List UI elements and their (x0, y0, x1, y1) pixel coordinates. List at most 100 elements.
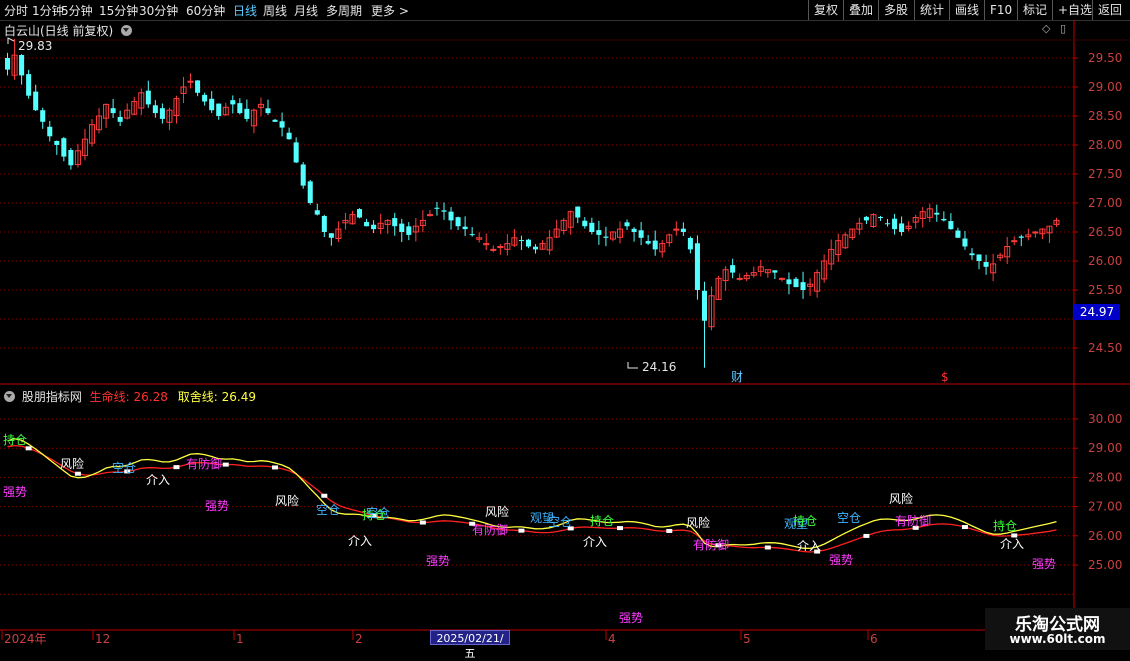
candle-body (307, 181, 313, 203)
candle-body (399, 223, 405, 232)
candle-body (321, 216, 327, 232)
candle-body (33, 91, 39, 111)
candle-body (525, 239, 531, 247)
time-axis-label: 4 (608, 632, 616, 646)
candle-body (392, 218, 398, 227)
signal-label: 介入 (146, 473, 170, 487)
candle-body (279, 121, 285, 128)
candle-body (187, 80, 194, 83)
dropdown-icon[interactable] (121, 25, 133, 36)
signal-label: 有防御 (186, 456, 222, 471)
candle-body (969, 253, 975, 256)
signal-label: 空仓 (366, 506, 390, 520)
candle-body (209, 98, 215, 111)
candle-body (652, 240, 658, 250)
life-line-label: 生命线: (89, 390, 130, 404)
candle-body (575, 206, 581, 218)
time-axis-label: 12 (95, 632, 110, 646)
signal-label: 持仓 (793, 513, 817, 528)
y-tick-label: 28.00 (1088, 138, 1122, 152)
candle-body (941, 218, 947, 221)
time-axis-label: 1 (236, 632, 244, 646)
signal-label: 风险 (275, 493, 299, 508)
candle-body (448, 211, 454, 221)
candle-body (110, 108, 116, 114)
signal-label: 持仓 (993, 518, 1017, 533)
candle-body (687, 237, 693, 250)
signal-label: 空仓 (112, 461, 136, 475)
candle-body (244, 108, 250, 119)
candle-body (5, 58, 11, 70)
candle-body (638, 230, 644, 238)
signal-label: 介入 (797, 539, 821, 553)
candle-body (490, 248, 497, 251)
collapse-icon[interactable]: ▯ (1060, 22, 1066, 35)
candle-body (195, 80, 201, 93)
life-marker (863, 533, 870, 538)
signal-label: 风险 (485, 504, 509, 519)
diamond-icon[interactable]: ◇ (1042, 22, 1050, 35)
candle-body (603, 236, 609, 238)
signal-label: 强势 (619, 611, 643, 625)
y-tick-label: 26.00 (1088, 254, 1122, 268)
life-marker (173, 465, 180, 470)
time-axis-label: 5 (743, 632, 751, 646)
life-marker (617, 526, 623, 531)
choice-line-value: 26.49 (221, 390, 256, 404)
candle-body (462, 226, 468, 230)
signal-label: 有防御 (895, 513, 931, 528)
candle-body (680, 228, 686, 232)
candle-body (701, 290, 707, 321)
y-tick-label: 28.50 (1088, 109, 1122, 123)
candle-body (286, 132, 292, 140)
candle-body (47, 126, 53, 137)
candle-body (694, 243, 700, 290)
indicator-name: 股朋指标网 (21, 390, 82, 404)
candle-body (730, 265, 736, 273)
candle-body (152, 105, 158, 114)
candle-body (202, 94, 208, 102)
y-tick-label: 29.00 (1088, 80, 1122, 94)
signal-label: 强势 (426, 554, 450, 568)
candle-body (328, 233, 334, 238)
life-marker (764, 545, 771, 550)
candle-body (19, 55, 25, 76)
candle-body (786, 279, 792, 285)
candle-body (230, 100, 236, 105)
low-pointer (627, 362, 638, 369)
indicator-dropdown-icon[interactable] (4, 391, 15, 402)
candle-body (948, 221, 954, 230)
signal-label: 持仓 (590, 513, 614, 528)
signal-label: 风险 (686, 515, 710, 530)
candle-body (736, 277, 743, 280)
y-tick-label: 25.50 (1088, 283, 1122, 297)
life-marker (272, 465, 279, 470)
candle-body (237, 103, 243, 114)
signal-label: 强势 (3, 485, 27, 499)
candle-body (955, 230, 961, 238)
candle-body (272, 119, 278, 122)
candle-body (216, 103, 222, 116)
candle-body (441, 210, 447, 212)
life-marker (74, 471, 81, 476)
candle-body (800, 282, 806, 290)
chart-canvas[interactable]: 29.50 29.00 28.50 28.00 27.50 27.00 26.50 26.00… (0, 0, 1130, 650)
candle-body (533, 246, 539, 250)
life-marker (222, 462, 229, 467)
signal-label: 空仓 (548, 515, 572, 529)
candle-body (145, 90, 151, 105)
signal-label: 有防御 (693, 537, 729, 552)
candle-body (117, 116, 123, 122)
candle-body (1018, 236, 1024, 238)
y-tick-label: 27.00 (1088, 196, 1122, 210)
candle-body (371, 224, 377, 230)
candle-body (885, 223, 891, 225)
signal-label: 空仓 (837, 511, 861, 525)
candle-body (68, 149, 74, 166)
cursor-date: 2025/02/21/五 (430, 630, 510, 660)
candle-body (54, 140, 60, 145)
candle-body (962, 238, 968, 247)
candle-body (793, 278, 799, 288)
signal-label: 强势 (1032, 557, 1056, 571)
indicator-y-tick-label: 30.00 (1088, 412, 1122, 426)
